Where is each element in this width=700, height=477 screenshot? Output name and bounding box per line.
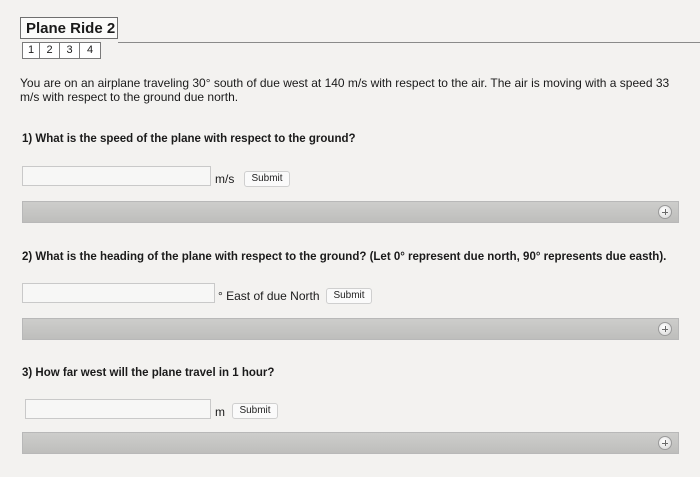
page-2-tab[interactable]: 2 <box>40 43 60 58</box>
question-3-answer-input[interactable] <box>25 399 211 419</box>
question-3-submit-button[interactable]: Submit <box>232 403 278 419</box>
problem-statement: You are on an airplane traveling 30° sou… <box>20 76 670 104</box>
question-1-feedback-bar[interactable] <box>22 201 679 223</box>
page-4-tab[interactable]: 4 <box>80 43 100 58</box>
page-3-tab[interactable]: 3 <box>60 43 80 58</box>
question-3-feedback-bar[interactable] <box>22 432 679 454</box>
header-divider <box>118 42 700 43</box>
question-3-text: 3) How far west will the plane travel in… <box>22 367 275 379</box>
question-1-submit-button[interactable]: Submit <box>244 171 290 187</box>
question-1-text: 1) What is the speed of the plane with r… <box>22 133 356 145</box>
question-1-expand-icon[interactable] <box>658 205 672 219</box>
question-2-unit: ° East of due North <box>218 289 320 303</box>
question-3-expand-icon[interactable] <box>658 436 672 450</box>
question-2-answer-input[interactable] <box>22 283 215 303</box>
part-pager: 1 2 3 4 <box>22 42 101 59</box>
question-1-answer-input[interactable] <box>22 166 211 186</box>
page-1-tab[interactable]: 1 <box>23 43 40 58</box>
question-2-text: 2) What is the heading of the plane with… <box>22 251 667 263</box>
question-2-expand-icon[interactable] <box>658 322 672 336</box>
question-1-unit: m/s <box>215 172 235 186</box>
problem-title: Plane Ride 2 <box>20 17 118 39</box>
question-2-feedback-bar[interactable] <box>22 318 679 340</box>
question-2-submit-button[interactable]: Submit <box>326 288 372 304</box>
question-3-unit: m <box>215 405 225 419</box>
